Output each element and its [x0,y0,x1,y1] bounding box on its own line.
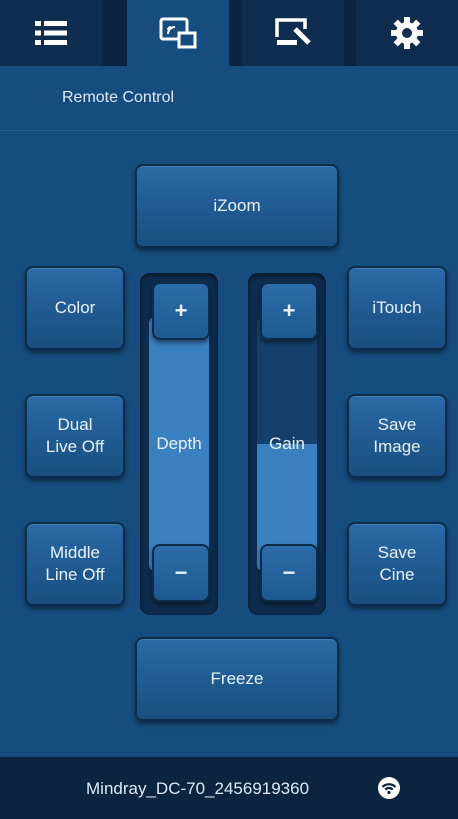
gain-label: Gain [269,434,305,453]
tab-list[interactable] [0,0,102,66]
tab-settings[interactable] [356,0,458,66]
itouch-button[interactable]: iTouch [347,266,447,350]
gain-plus-button[interactable]: + [260,282,318,340]
depth-plus-button[interactable]: + [152,282,210,340]
wifi-icon[interactable] [377,776,401,800]
gain-slider[interactable]: Gain + − [248,273,326,615]
gain-minus-button[interactable]: − [260,544,318,602]
save-image-button[interactable]: Save Image [347,394,447,478]
depth-minus-button[interactable]: − [152,544,210,602]
save-cine-button[interactable]: Save Cine [347,522,447,606]
device-name: Mindray_DC-70_2456919360 [86,779,310,798]
color-button[interactable]: Color [25,266,125,350]
remote-screen-icon [159,17,197,49]
izoom-button[interactable]: iZoom [135,164,339,248]
freeze-button[interactable]: Freeze [135,637,339,721]
section-title: Remote Control [62,89,175,106]
list-icon [35,21,67,45]
middle-line-button[interactable]: Middle Line Off [25,522,125,606]
status-footer: Mindray_DC-70_2456919360 [0,757,458,819]
tab-bar [0,0,458,66]
monitor-edit-icon [275,18,311,45]
depth-label: Depth [156,434,202,453]
divider [0,130,458,131]
tab-monitor[interactable] [242,0,344,66]
depth-slider[interactable]: Depth + − [140,273,218,615]
dual-live-button[interactable]: Dual Live Off [25,394,125,478]
tab-remote-control[interactable] [127,0,229,66]
gear-icon [391,17,423,49]
